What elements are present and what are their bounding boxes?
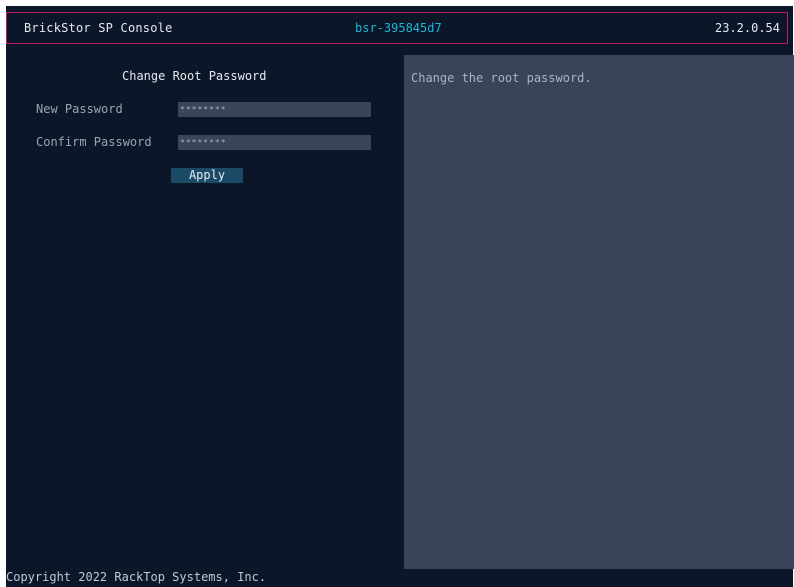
hostname: bsr-395845d7 <box>355 21 442 35</box>
app-title: BrickStor SP Console <box>24 21 173 35</box>
new-password-label: New Password <box>36 102 123 116</box>
copyright-footer: Copyright 2022 RackTop Systems, Inc. <box>6 570 267 584</box>
form-title: Change Root Password <box>122 69 267 83</box>
apply-button[interactable]: Apply <box>171 168 243 183</box>
header-bar: BrickStor SP Console bsr-395845d7 23.2.0… <box>6 12 788 44</box>
confirm-password-label: Confirm Password <box>36 135 152 149</box>
help-panel: Change the root password. <box>404 55 794 569</box>
confirm-password-input[interactable] <box>178 135 371 150</box>
new-password-input[interactable] <box>178 102 371 117</box>
help-text: Change the root password. <box>411 71 592 85</box>
version-label: 23.2.0.54 <box>714 21 780 35</box>
